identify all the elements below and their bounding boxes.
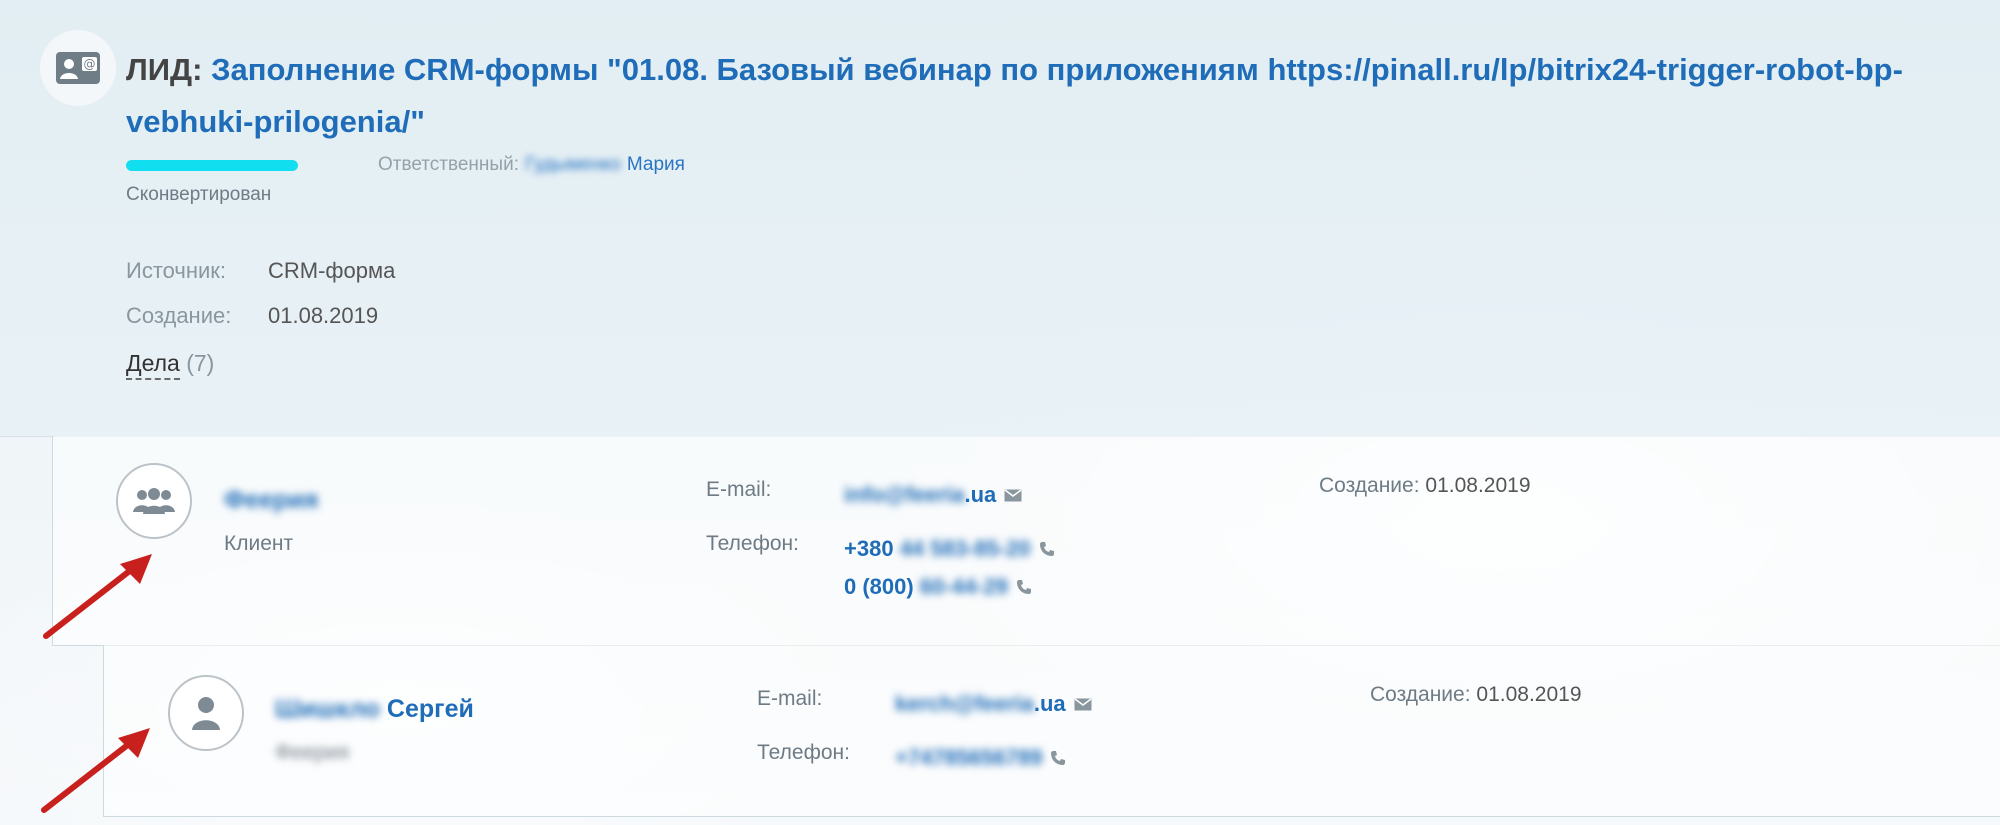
contact-created-value: 01.08.2019 xyxy=(1476,683,1582,706)
contact-company: Феерия xyxy=(275,741,350,764)
created-label: Создание: xyxy=(126,303,232,328)
company-phone-2-visible[interactable]: 0 (800) xyxy=(844,574,914,600)
company-type: Клиент xyxy=(224,532,294,555)
company-created-value: 01.08.2019 xyxy=(1425,474,1531,497)
company-phone-label: Телефон: xyxy=(706,532,799,555)
source-row: Источник: CRM-форма xyxy=(126,258,395,284)
lead-title-text[interactable]: Заполнение CRM-формы "01.08. Базовый веб… xyxy=(126,52,1903,139)
phone-icon[interactable] xyxy=(1050,750,1066,766)
contact-email[interactable]: kerch@feeria .ua xyxy=(895,691,1092,717)
lead-header-card: @ ЛИД: Заполнение CRM-формы "01.08. Базо… xyxy=(0,0,2000,437)
contact-avatar[interactable] xyxy=(168,675,244,751)
svg-text:@: @ xyxy=(84,57,96,71)
responsible-surname[interactable]: Гудыменко xyxy=(525,154,621,175)
contact-email-visible[interactable]: .ua xyxy=(1034,691,1066,717)
responsible: Ответственный: Гудыменко Мария xyxy=(378,154,685,176)
lead-prefix: ЛИД: xyxy=(126,52,203,87)
phone-icon[interactable] xyxy=(1016,579,1032,595)
envelope-icon[interactable] xyxy=(1074,697,1092,711)
contact-phone[interactable]: +74785656789 xyxy=(895,745,1066,771)
phone-icon[interactable] xyxy=(1039,541,1055,557)
deals-row: Дела (7) xyxy=(126,350,215,380)
created-value: 01.08.2019 xyxy=(268,303,379,328)
company-email-label: E-mail: xyxy=(706,478,772,501)
lead-contact-card-icon: @ xyxy=(56,52,100,84)
company-created: Создание: 01.08.2019 xyxy=(1319,474,1531,498)
contact-surname[interactable]: Шишкло xyxy=(275,695,380,723)
contact-card: Шишкло Сергей Феерия E-mail: kerch@feeri… xyxy=(103,645,2000,817)
contact-phone-hidden[interactable]: +74785656789 xyxy=(895,745,1042,771)
company-phone-2-hidden[interactable]: 60-44-29 xyxy=(920,574,1008,600)
responsible-name[interactable]: Мария xyxy=(627,154,685,175)
company-card: Феерия Клиент E-mail: info@feeria .ua Тел… xyxy=(52,436,2000,646)
lead-status: Сконвертирован xyxy=(126,184,272,205)
company-phone-1-hidden[interactable]: 44 583-85-20 xyxy=(900,536,1031,562)
contact-person-icon xyxy=(192,697,220,730)
lead-icon: @ xyxy=(40,30,116,106)
responsible-label: Ответственный: xyxy=(378,154,519,175)
deals-count: (7) xyxy=(186,350,215,376)
contact-email-hidden[interactable]: kerch@feeria xyxy=(895,691,1034,717)
contact-phone-label: Телефон: xyxy=(757,741,850,764)
contact-firstname[interactable]: Сергей xyxy=(387,695,474,723)
source-value: CRM-форма xyxy=(268,258,396,283)
contact-created: Создание: 01.08.2019 xyxy=(1370,683,1582,707)
contact-created-label: Создание: xyxy=(1370,683,1471,706)
company-phone-1-visible[interactable]: +380 xyxy=(844,536,894,562)
lead-status-progress xyxy=(126,160,298,171)
company-email[interactable]: info@feeria .ua xyxy=(844,482,1022,508)
contact-email-label: E-mail: xyxy=(757,687,823,710)
company-phone-1[interactable]: +380 44 583-85-20 xyxy=(844,536,1055,562)
company-email-hidden[interactable]: info@feeria xyxy=(844,482,964,508)
red-arrow xyxy=(43,554,152,639)
created-row: Создание: 01.08.2019 xyxy=(126,303,378,329)
company-avatar[interactable] xyxy=(116,463,192,539)
deals-link[interactable]: Дела xyxy=(126,350,180,380)
envelope-icon[interactable] xyxy=(1004,488,1022,502)
contact-name[interactable]: Шишкло Сергей xyxy=(275,695,474,724)
company-email-visible[interactable]: .ua xyxy=(964,482,996,508)
source-label: Источник: xyxy=(126,258,227,283)
lead-title[interactable]: ЛИД: Заполнение CRM-формы "01.08. Базовы… xyxy=(126,44,1976,148)
company-name[interactable]: Феерия xyxy=(224,486,318,515)
company-group-icon xyxy=(133,488,175,514)
red-arrow xyxy=(41,728,150,813)
company-phone-2[interactable]: 0 (800) 60-44-29 xyxy=(844,574,1032,600)
company-created-label: Создание: xyxy=(1319,474,1420,497)
progress-fill xyxy=(126,160,298,171)
